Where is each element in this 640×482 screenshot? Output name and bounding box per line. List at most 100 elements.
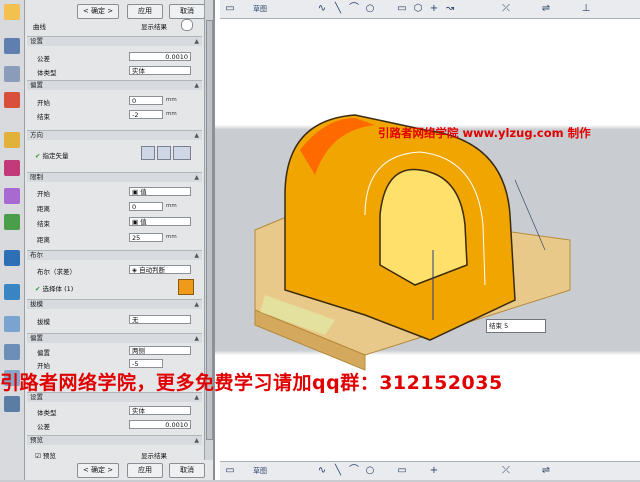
spline-icon[interactable]: ↝ [444, 3, 456, 15]
trim-icon[interactable]: ⤫ [500, 465, 512, 477]
promo-banner: 引路者网络学院，更多免费学习请加qq群：312152035 [0, 372, 503, 394]
clock-icon[interactable] [4, 316, 20, 332]
select-body-cube-icon[interactable] [178, 279, 194, 295]
offset2-label: 偏置 [37, 349, 50, 357]
limits-start-dist-field[interactable]: 0 [129, 202, 163, 211]
dialog-bottom-buttons: < 确定 > 应用 取消 [25, 460, 213, 480]
reuse-library-icon[interactable] [4, 132, 20, 148]
construction-label: 体类型 [37, 69, 57, 77]
web-browser-icon[interactable] [4, 188, 20, 204]
vector-dialog-icon[interactable] [157, 146, 171, 160]
reverse-direction-icon[interactable] [141, 146, 155, 160]
offset-end-unit: mm [166, 111, 177, 117]
body-type-label: 体类型 [37, 409, 57, 417]
palette-icon[interactable] [4, 92, 20, 108]
section-limits[interactable]: 限制 ▲ [27, 172, 202, 182]
offset-end-field[interactable]: -2 [129, 110, 163, 119]
bottom-sketch-toolbar: ▭ 草图 ∿ ╲ ⌒ ○ ▭ + ⤫ ⇌ [220, 461, 640, 480]
check-icon: ✔ [35, 285, 41, 293]
section-preview[interactable]: 预览 ▲ [27, 435, 202, 445]
limits-start-label: 开始 [37, 190, 50, 198]
limits-end-select[interactable]: ▣ 值 [129, 217, 191, 226]
end-distance-input[interactable]: 结束 5 [486, 319, 546, 333]
offset-start-field[interactable]: 0 [129, 96, 163, 105]
section-title: 限制 [30, 173, 43, 181]
limits-end-dist-field[interactable]: 25 [129, 233, 163, 242]
offset-start-unit: mm [166, 97, 177, 103]
preview-checkbox-label[interactable]: ☑ 预览 [35, 450, 56, 460]
section-offset-2[interactable]: 偏置 ▲ [27, 333, 202, 343]
assembly-icon[interactable] [4, 38, 20, 54]
section-settings[interactable]: 设置 ▲ [27, 36, 202, 46]
tolerance2-field[interactable]: 0.0010 [129, 420, 191, 429]
offset-start-label: 开始 [37, 99, 50, 107]
section-title: 偏置 [30, 81, 43, 89]
section-title: 设置 [30, 37, 43, 45]
offset2-select[interactable]: 两侧 [129, 346, 191, 355]
cancel-button[interactable]: 取消 [169, 463, 205, 478]
line-icon[interactable]: ╲ [332, 465, 344, 477]
palette2-icon[interactable] [4, 396, 20, 412]
trim-icon[interactable]: ⤫ [500, 3, 512, 15]
toolbar-label-top: 草图 [253, 5, 267, 13]
apply-button-top[interactable]: 应用 [127, 4, 163, 19]
tolerance-field[interactable]: 0.0010 [129, 52, 191, 61]
mirror-icon[interactable]: ⇌ [540, 465, 552, 477]
offset2-start-field[interactable]: -5 [129, 359, 163, 368]
part-icon[interactable] [4, 4, 20, 20]
rectangle-icon[interactable]: ▭ [396, 465, 408, 477]
point-icon[interactable]: + [428, 465, 440, 477]
boolean-value: 自动判断 [139, 266, 166, 274]
model-view [254, 114, 571, 371]
show-result-label: 显示结果 [141, 452, 167, 460]
select-body-label: ✔ 选择体 (1) [35, 283, 73, 293]
limits-end-option: 值 [140, 218, 147, 226]
offset-end-label: 结束 [37, 113, 50, 121]
limits-start-select[interactable]: ▣ 值 [129, 187, 191, 196]
section-direction[interactable]: 方向 ▲ [27, 130, 202, 140]
circle-icon[interactable]: ○ [364, 3, 376, 15]
arc-icon[interactable]: ⌒ [348, 3, 360, 15]
vector-type-dropdown-icon[interactable] [173, 146, 191, 160]
apply-button[interactable]: 应用 [127, 463, 163, 478]
ok-button[interactable]: < 确定 > [77, 463, 119, 478]
draft-select[interactable]: 无 [129, 315, 191, 324]
sketch-icon[interactable]: ▭ [224, 465, 236, 477]
body-type-select[interactable]: 实体 [129, 406, 191, 415]
constraint-icon[interactable]: ⊥ [580, 3, 592, 15]
boolean-label: 布尔（求差） [37, 268, 76, 276]
section-offset[interactable]: 偏置 ▲ [27, 80, 202, 90]
end-distance-label: 结束 [489, 322, 502, 330]
rectangle-icon[interactable]: ▭ [396, 3, 408, 15]
hd3d-icon[interactable] [4, 160, 20, 176]
mirror-icon[interactable]: ⇌ [540, 3, 552, 15]
section-boolean[interactable]: 布尔 ▲ [27, 250, 202, 260]
profile-icon[interactable]: ∿ [316, 465, 328, 477]
history-icon[interactable] [4, 66, 20, 82]
document-icon[interactable] [4, 344, 20, 360]
specify-vector-text: 指定矢量 [42, 152, 69, 160]
toolbar-label-bottom: 草图 [253, 467, 267, 475]
graphics-viewport[interactable] [215, 0, 640, 480]
arc-icon[interactable]: ⌒ [348, 465, 360, 477]
cancel-button-top[interactable]: 取消 [169, 4, 205, 19]
construction-select[interactable]: 实体 [129, 66, 191, 75]
dialog-scrollbar[interactable] [204, 0, 213, 480]
left-toolbar [0, 0, 25, 480]
section-draft[interactable]: 拔模 ▲ [27, 299, 202, 309]
point-icon[interactable]: + [428, 3, 440, 15]
roles-icon[interactable] [4, 250, 20, 266]
select-body-text: 选择体 (1) [42, 285, 74, 293]
ok-button-top[interactable]: < 确定 > [77, 4, 119, 19]
system-materials-icon[interactable] [4, 284, 20, 300]
show-result-toggle[interactable] [181, 19, 193, 31]
polygon-icon[interactable]: ⬡ [412, 3, 424, 15]
process-studio-icon[interactable] [4, 214, 20, 230]
sketch-icon[interactable]: ▭ [224, 3, 236, 15]
watermark-text: 引路者网络学院 www.ylzug.com 制作 [378, 126, 591, 140]
section-title: 偏置 [30, 334, 43, 342]
boolean-select[interactable]: ◈ 自动判断 [129, 265, 191, 274]
line-icon[interactable]: ╲ [332, 3, 344, 15]
circle-icon[interactable]: ○ [364, 465, 376, 477]
profile-icon[interactable]: ∿ [316, 3, 328, 15]
